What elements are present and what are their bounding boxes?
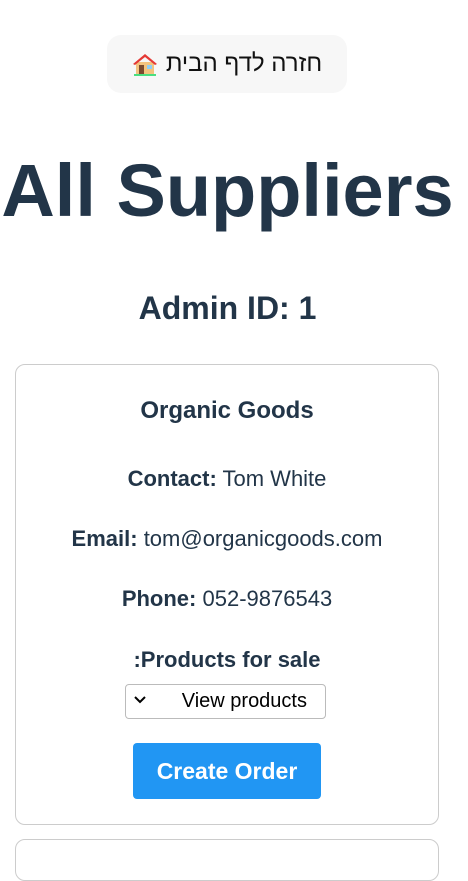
supplier-card (15, 839, 439, 881)
page-title: All Suppliers (1, 149, 454, 232)
supplier-email: Email: tom@organicgoods.com (71, 526, 383, 551)
products-select[interactable]: View products (125, 684, 326, 719)
home-button-label: חזרה לדף הבית (165, 50, 323, 77)
chevron-down-icon (134, 696, 146, 704)
home-button[interactable]: חזרה לדף הבית (107, 35, 347, 93)
supplier-contact: Contact: Tom White (127, 466, 327, 491)
admin-id: Admin ID: 1 (138, 290, 317, 326)
supplier-card: Organic Goods Contact: Tom White Email: … (15, 364, 439, 825)
create-order-button[interactable]: Create Order (133, 743, 321, 799)
products-label: :Products for sale (133, 647, 321, 672)
house-icon (132, 54, 157, 76)
supplier-name: Organic Goods (140, 397, 314, 424)
supplier-phone: Phone: 052-9876543 (121, 586, 333, 611)
